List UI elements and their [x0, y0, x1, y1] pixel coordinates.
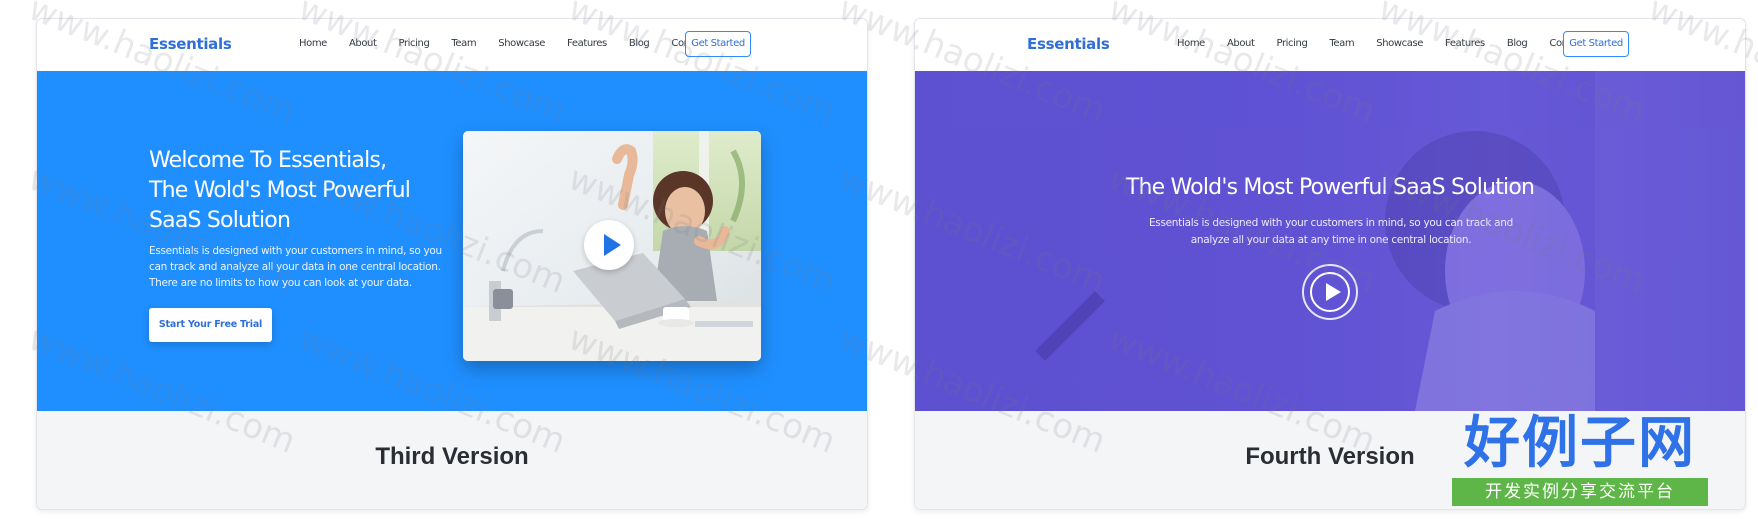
- get-started-button[interactable]: Get Started: [685, 31, 751, 57]
- card-caption: Third Version: [37, 411, 867, 509]
- hero-title: The Wold's Most Powerful SaaS Solution: [1125, 175, 1535, 200]
- nav-team[interactable]: Team: [1329, 38, 1354, 49]
- hero-paragraph: Essentials is designed with your custome…: [149, 245, 442, 289]
- hero-title-line: The Wold's Most Powerful: [149, 178, 411, 203]
- nav-showcase[interactable]: Showcase: [498, 38, 545, 49]
- play-icon[interactable]: [584, 220, 634, 270]
- nav-blog[interactable]: Blog: [629, 38, 650, 49]
- nav-about[interactable]: About: [1227, 38, 1255, 49]
- site-watermark-badge: 好例子网 开发实例分享交流平台: [1452, 412, 1708, 508]
- brand-logo[interactable]: Essentials: [149, 35, 232, 53]
- nav-home[interactable]: Home: [1177, 38, 1205, 49]
- nav-menu: Home About Pricing Team Showcase Feature…: [1177, 38, 1607, 49]
- hero-title-line: Welcome To Essentials,: [149, 148, 387, 173]
- nav-pricing[interactable]: Pricing: [1277, 38, 1308, 49]
- watermark-title: 好例子网: [1464, 411, 1696, 476]
- nav-home[interactable]: Home: [299, 38, 327, 49]
- start-free-trial-button[interactable]: Start Your Free Trial: [149, 308, 272, 342]
- play-icon-inner: [1310, 272, 1350, 312]
- video-thumbnail[interactable]: [463, 131, 761, 361]
- hero-paragraph: Essentials is designed with your custome…: [1148, 217, 1514, 246]
- play-icon[interactable]: [1302, 264, 1358, 320]
- navbar: Essentials Home About Pricing Team Showc…: [915, 19, 1745, 71]
- nav-showcase[interactable]: Showcase: [1376, 38, 1423, 49]
- navbar: Essentials Home About Pricing Team Showc…: [37, 19, 867, 71]
- hero-title: Welcome To Essentials, The Wold's Most P…: [149, 146, 449, 236]
- nav-features[interactable]: Features: [567, 38, 607, 49]
- hero-section: The Wold's Most Powerful SaaS Solution E…: [915, 71, 1745, 411]
- nav-about[interactable]: About: [349, 38, 377, 49]
- nav-pricing[interactable]: Pricing: [399, 38, 430, 49]
- watermark-subtitle: 开发实例分享交流平台: [1452, 478, 1708, 506]
- nav-team[interactable]: Team: [451, 38, 476, 49]
- hero-title-line: SaaS Solution: [149, 208, 291, 233]
- get-started-button[interactable]: Get Started: [1563, 31, 1629, 57]
- hero-section: Welcome To Essentials, The Wold's Most P…: [37, 71, 867, 411]
- nav-menu: Home About Pricing Team Showcase Feature…: [299, 38, 729, 49]
- nav-features[interactable]: Features: [1445, 38, 1485, 49]
- nav-blog[interactable]: Blog: [1507, 38, 1528, 49]
- brand-logo[interactable]: Essentials: [1027, 35, 1110, 53]
- template-card-third[interactable]: Essentials Home About Pricing Team Showc…: [36, 18, 868, 510]
